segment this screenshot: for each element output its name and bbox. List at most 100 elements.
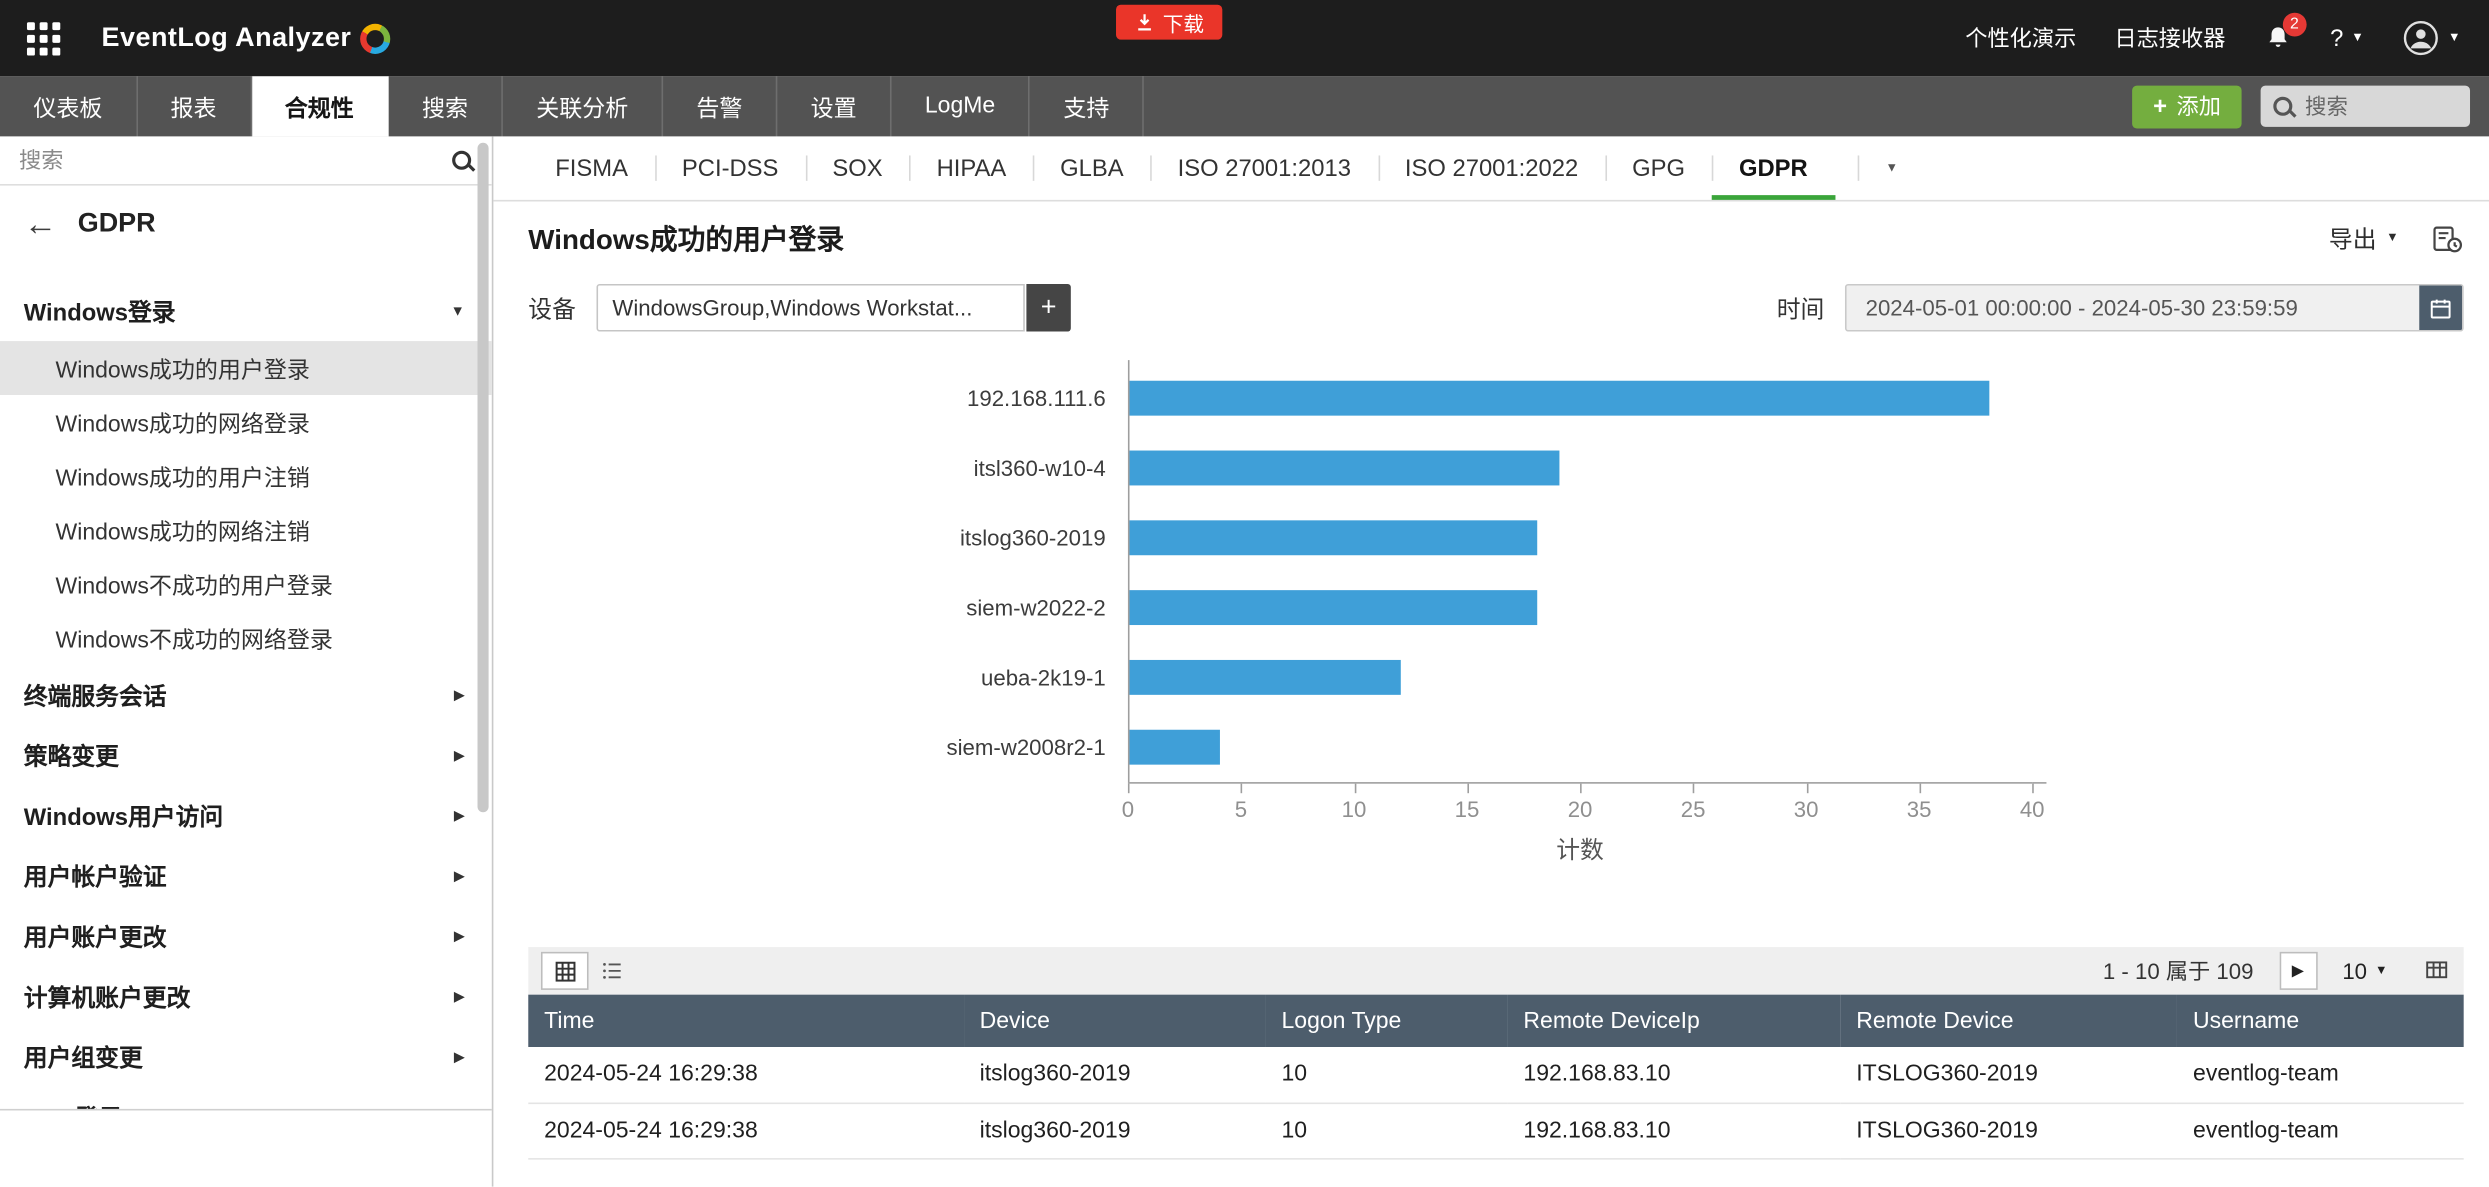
chart-bar[interactable] xyxy=(1130,381,1989,416)
chevron-down-icon: ▼ xyxy=(1885,162,1898,175)
page-size-select[interactable]: 10 ▼ xyxy=(2342,958,2387,983)
download-label: 下载 xyxy=(1163,7,1204,37)
x-axis-tick-label: 40 xyxy=(2020,796,2045,821)
nav-tab-dashboard[interactable]: 仪表板 xyxy=(0,76,137,136)
table-cell: itslog360-2019 xyxy=(964,1103,1266,1159)
grid-view-button[interactable] xyxy=(541,952,589,990)
chart-category-label: ueba-2k19-1 xyxy=(493,665,1128,690)
nav-tab-settings[interactable]: 设置 xyxy=(777,76,891,136)
table-cell: 2024-05-24 16:29:38 xyxy=(528,1103,963,1159)
nav-tab-compliance[interactable]: 合规性 xyxy=(251,76,388,136)
apps-grid-icon[interactable] xyxy=(27,21,60,54)
x-axis-title: 计数 xyxy=(1128,833,2032,868)
export-button[interactable]: 导出 ▼ xyxy=(2329,221,2399,254)
chart-bar[interactable] xyxy=(1130,520,1537,555)
table-cell: 10 xyxy=(1266,1047,1508,1103)
search-icon xyxy=(452,150,473,171)
nav-tab-correlation[interactable]: 关联分析 xyxy=(503,76,663,136)
chart-bar[interactable] xyxy=(1130,451,1560,486)
schedule-report-button[interactable] xyxy=(2430,221,2463,254)
global-search-input[interactable] xyxy=(2305,94,2457,118)
compliance-tab-fisma[interactable]: FISMA xyxy=(528,136,655,199)
help-menu[interactable]: ? ▼ xyxy=(2330,25,2364,52)
nav-tab-search[interactable]: 搜索 xyxy=(389,76,503,136)
table-cell: 192.168.83.10 xyxy=(1508,1103,1841,1159)
compliance-tab-glba[interactable]: GLBA xyxy=(1033,136,1150,199)
sidebar-item-windows-successful-network-logoff[interactable]: Windows成功的网络注销 xyxy=(0,503,492,557)
column-chooser-button[interactable] xyxy=(2422,958,2451,983)
time-label: 时间 xyxy=(1777,291,1825,324)
sidebar-group-unix-logon[interactable]: Unix登录▶ xyxy=(0,1087,492,1111)
column-header: Username xyxy=(2177,995,2464,1047)
sidebar-group-user-account-change[interactable]: 用户账户更改▶ xyxy=(0,906,492,966)
compliance-tabs-more[interactable]: ▼ xyxy=(1857,136,1927,199)
export-label: 导出 xyxy=(2329,221,2377,254)
sidebar-search xyxy=(0,136,492,185)
chart-category-label: itsl360-w10-4 xyxy=(493,455,1128,480)
compliance-tab-gdpr[interactable]: GDPR xyxy=(1712,136,1835,199)
compliance-tab-pci-dss[interactable]: PCI-DSS xyxy=(655,136,805,199)
nav-tab-logme[interactable]: LogMe xyxy=(892,76,1031,136)
sidebar-item-windows-failed-user-logon[interactable]: Windows不成功的用户登录 xyxy=(0,557,492,611)
sidebar-group-terminal-services-session[interactable]: 终端服务会话▶ xyxy=(0,665,492,725)
download-button[interactable]: 下载 xyxy=(1117,5,1223,40)
notifications-button[interactable]: 2 xyxy=(2263,24,2292,53)
table-row[interactable]: 2024-05-24 16:29:38itslog360-201910192.1… xyxy=(528,1103,2463,1159)
sidebar-item-windows-successful-user-logon[interactable]: Windows成功的用户登录 xyxy=(0,341,492,395)
page-size-value: 10 xyxy=(2342,958,2367,983)
add-device-button[interactable]: + xyxy=(1026,284,1070,332)
chart-bar-track xyxy=(1128,381,2032,416)
compliance-tab-iso-27001-2022[interactable]: ISO 27001:2022 xyxy=(1378,136,1605,199)
nav-tab-reports[interactable]: 报表 xyxy=(137,76,251,136)
chart-bar-row: itslog360-2019 xyxy=(493,503,2489,573)
search-icon xyxy=(2273,96,2294,117)
x-axis-tick-label: 20 xyxy=(1568,796,1593,821)
chart-rows: 192.168.111.6 itsl360-w10-4 itslog360-2019… xyxy=(493,360,2489,782)
personalized-demo-link[interactable]: 个性化演示 xyxy=(1965,22,2076,54)
sidebar-item-windows-successful-network-logon[interactable]: Windows成功的网络登录 xyxy=(0,395,492,449)
sidebar-scrollbar[interactable] xyxy=(478,143,489,812)
device-select[interactable]: WindowsGroup,Windows Workstat... xyxy=(597,284,1025,332)
nav-tab-alerts[interactable]: 告警 xyxy=(663,76,777,136)
table-row[interactable]: 2024-05-24 16:29:38itslog360-201910192.1… xyxy=(528,1047,2463,1103)
compliance-tab-iso-27001-2013[interactable]: ISO 27001:2013 xyxy=(1151,136,1378,199)
chevron-right-icon: ▶ xyxy=(454,686,465,703)
sidebar-group-windows-user-access[interactable]: Windows用户访问▶ xyxy=(0,785,492,845)
column-header: Remote DeviceIp xyxy=(1508,995,1841,1047)
sidebar-search-input[interactable] xyxy=(19,148,439,173)
sidebar-group-computer-account-change[interactable]: 计算机账户更改▶ xyxy=(0,966,492,1026)
list-view-button[interactable] xyxy=(589,952,637,990)
sidebar-group-policy-change[interactable]: 策略变更▶ xyxy=(0,725,492,785)
sidebar-group-label: Windows登录 xyxy=(24,294,176,327)
log-receiver-link[interactable]: 日志接收器 xyxy=(2114,22,2225,54)
x-axis-tick-label: 30 xyxy=(1794,796,1819,821)
x-axis-tick: 0 xyxy=(1128,784,1130,794)
chart-bar-row: 192.168.111.6 xyxy=(493,363,2489,433)
compliance-tab-hipaa[interactable]: HIPAA xyxy=(910,136,1034,199)
chart-bar[interactable] xyxy=(1130,660,1401,695)
column-header: Time xyxy=(528,995,963,1047)
sidebar-group-user-group-change[interactable]: 用户组变更▶ xyxy=(0,1026,492,1086)
compliance-tab-sox[interactable]: SOX xyxy=(805,136,909,199)
user-avatar-icon xyxy=(2402,19,2440,57)
add-button[interactable]: + 添加 xyxy=(2132,85,2241,128)
nav-tab-support[interactable]: 支持 xyxy=(1030,76,1144,136)
time-range-picker[interactable]: 2024-05-01 00:00:00 - 2024-05-30 23:59:5… xyxy=(1845,284,2464,332)
calendar-button[interactable] xyxy=(2419,284,2462,332)
chart-bar[interactable] xyxy=(1130,590,1537,625)
chart-bar-row: itsl360-w10-4 xyxy=(493,433,2489,503)
sidebar-group-user-account-validation[interactable]: 用户帐户验证▶ xyxy=(0,846,492,906)
chart-bar[interactable] xyxy=(1130,730,1220,765)
chevron-right-icon: ▶ xyxy=(454,807,465,824)
brand-logo-icon xyxy=(359,23,389,53)
sidebar-item-windows-successful-user-logoff[interactable]: Windows成功的用户注销 xyxy=(0,449,492,503)
download-icon xyxy=(1136,13,1155,32)
compliance-tabs: FISMAPCI-DSSSOXHIPAAGLBAISO 27001:2013IS… xyxy=(493,136,2489,201)
compliance-tab-gpg[interactable]: GPG xyxy=(1605,136,1712,199)
back-arrow-icon[interactable]: ← xyxy=(24,207,57,240)
user-menu[interactable]: ▼ xyxy=(2402,19,2461,57)
sidebar-group-windows-logon[interactable]: Windows登录▼ xyxy=(0,281,492,341)
sidebar-item-windows-failed-network-logon[interactable]: Windows不成功的网络登录 xyxy=(0,611,492,665)
next-page-button[interactable]: ▶ xyxy=(2279,952,2317,990)
table-cell: ITSLOG360-2019 xyxy=(1840,1047,2177,1103)
